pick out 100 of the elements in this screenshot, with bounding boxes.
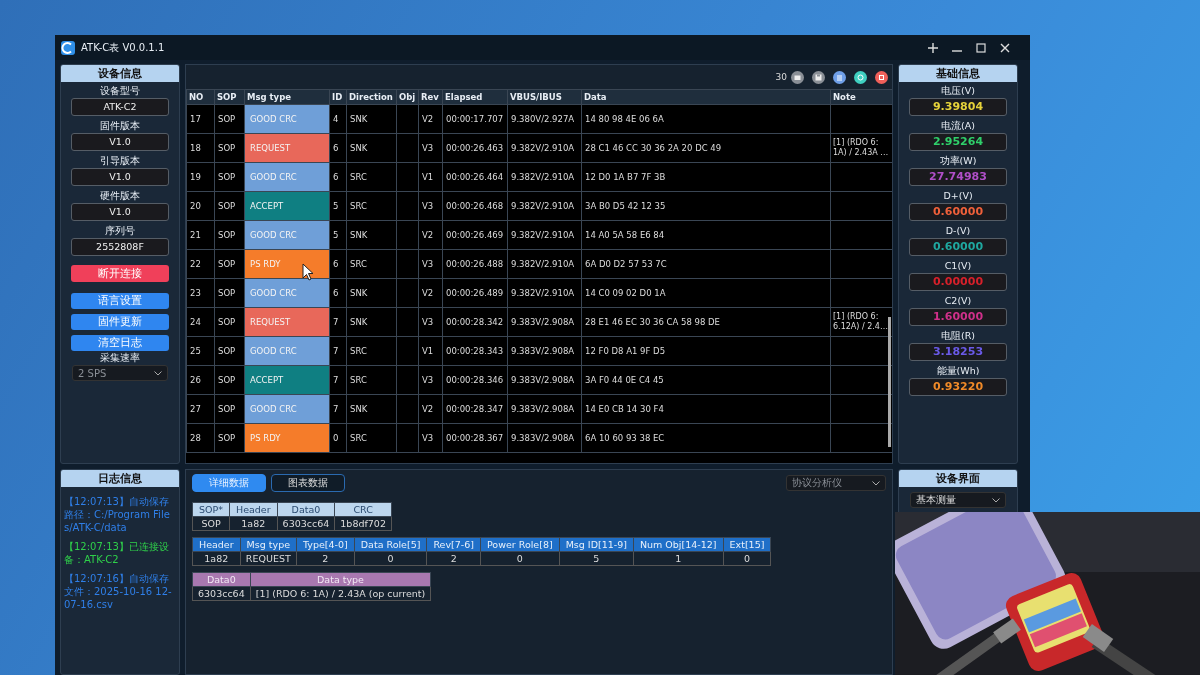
- packet-count: 30: [775, 72, 787, 82]
- message-type-cell: ACCEPT: [244, 365, 330, 395]
- field-label: 引导版本: [100, 154, 140, 168]
- view-select[interactable]: 基本测量: [910, 492, 1006, 508]
- save-icon[interactable]: [812, 70, 825, 84]
- column-header: Power Role[8]: [480, 537, 560, 552]
- column-header[interactable]: NO: [186, 89, 215, 105]
- table-cell: V2: [418, 278, 443, 308]
- pin-icon[interactable]: [928, 42, 938, 53]
- table-cell: SOP: [214, 249, 245, 279]
- table-cell: 5: [559, 551, 634, 566]
- table-cell: V3: [418, 249, 443, 279]
- table-cell: 7: [329, 336, 347, 366]
- table-cell: 1a82: [229, 516, 278, 531]
- table-cell: 0: [723, 551, 771, 566]
- table-cell: 0: [329, 423, 347, 453]
- column-header[interactable]: Rev: [418, 89, 443, 105]
- table-cell: SOP: [214, 365, 245, 395]
- table-cell: 17: [186, 104, 215, 134]
- table-cell: SOP: [214, 278, 245, 308]
- tab[interactable]: 图表数据: [271, 474, 345, 492]
- column-header: Num Obj[14-12]: [633, 537, 724, 552]
- message-type-cell: PS RDY: [244, 423, 330, 453]
- column-header[interactable]: Msg type: [244, 89, 330, 105]
- message-type-cell: GOOD CRC: [244, 220, 330, 250]
- column-header: Data0: [192, 572, 251, 587]
- value-field: V1.0: [71, 168, 169, 186]
- table-cell: 9.382V/2.910A: [507, 220, 582, 250]
- maximize-icon[interactable]: [976, 42, 986, 53]
- field-label: D+(V): [943, 189, 973, 203]
- table-cell: 9.383V/2.908A: [507, 307, 582, 337]
- table-cell: SOP: [214, 307, 245, 337]
- action-button[interactable]: 清空日志: [71, 335, 169, 351]
- table-cell: 6: [329, 249, 347, 279]
- column-header: Data Role[5]: [354, 537, 427, 552]
- mouse-cursor-icon: [302, 263, 314, 281]
- table-cell: 27: [186, 394, 215, 424]
- table-cell: 1b8df702: [334, 516, 392, 531]
- field-label: 序列号: [105, 224, 135, 238]
- column-header: Data type: [250, 572, 431, 587]
- table-cell: SRC: [346, 336, 397, 366]
- table-cell: 3A B0 D5 42 12 35: [581, 191, 831, 221]
- table-cell: SNK: [346, 133, 397, 163]
- table-cell: 5: [329, 220, 347, 250]
- table-cell: 00:00:26.463: [442, 133, 508, 163]
- column-header[interactable]: VBUS/IBUS: [507, 89, 582, 105]
- table-cell: V2: [418, 104, 443, 134]
- table-cell: 21: [186, 220, 215, 250]
- column-header[interactable]: Direction: [346, 89, 397, 105]
- table-cell: 24: [186, 307, 215, 337]
- reading-field: 3.18253: [909, 343, 1007, 361]
- table-cell: SNK: [346, 394, 397, 424]
- field-label: 电阻(R): [941, 329, 975, 343]
- table-cell: 23: [186, 278, 215, 308]
- table-cell: 26: [186, 365, 215, 395]
- table-cell: V2: [418, 220, 443, 250]
- column-header: Header: [192, 537, 241, 552]
- table-cell: 2: [296, 551, 355, 566]
- message-type-cell: GOOD CRC: [244, 104, 330, 134]
- column-header: Data0: [277, 502, 335, 517]
- action-button[interactable]: 固件更新: [71, 314, 169, 330]
- reading-field: 27.74983: [909, 168, 1007, 186]
- table-cell: SOP: [214, 133, 245, 163]
- message-type-cell: GOOD CRC: [244, 394, 330, 424]
- table-cell: 00:00:26.464: [442, 162, 508, 192]
- table-cell: 00:00:26.468: [442, 191, 508, 221]
- table-cell: SNK: [346, 278, 397, 308]
- table-cell: 7: [329, 394, 347, 424]
- reading-field: 0.00000: [909, 273, 1007, 291]
- table-cell: SNK: [346, 220, 397, 250]
- table-cell: SRC: [346, 249, 397, 279]
- column-header: Rev[7-6]: [426, 537, 481, 552]
- field-label: C2(V): [944, 294, 972, 308]
- close-icon[interactable]: [1000, 42, 1010, 53]
- column-header[interactable]: Elapsed: [442, 89, 508, 105]
- table-cell: SOP: [214, 191, 245, 221]
- table-cell: 2: [426, 551, 481, 566]
- table-cell: 14 A0 5A 58 E6 84: [581, 220, 831, 250]
- table-cell: SRC: [346, 162, 397, 192]
- refresh-icon[interactable]: [854, 70, 867, 84]
- reading-field: 1.60000: [909, 308, 1007, 326]
- table-cell: 6: [329, 133, 347, 163]
- column-header[interactable]: Obj: [396, 89, 419, 105]
- value-field: 2552808F: [71, 238, 169, 256]
- column-header[interactable]: Data: [581, 89, 831, 105]
- scrollbar[interactable]: [888, 317, 891, 447]
- column-header[interactable]: SOP: [214, 89, 245, 105]
- action-button[interactable]: 语言设置: [71, 293, 169, 309]
- field-label: 功率(W): [939, 154, 977, 168]
- action-button[interactable]: 断开连接: [71, 265, 169, 282]
- table-cell: 0: [480, 551, 560, 566]
- table-cell: SRC: [346, 191, 397, 221]
- table-cell: 9.383V/2.908A: [507, 365, 582, 395]
- table-cell: 1: [633, 551, 724, 566]
- table-cell: 9.380V/2.927A: [507, 104, 582, 134]
- column-header[interactable]: Note: [830, 89, 892, 105]
- stop-icon[interactable]: [875, 70, 888, 84]
- table-cell: SNK: [346, 307, 397, 337]
- reading-field: 2.95264: [909, 133, 1007, 151]
- table-cell: 00:00:26.469: [442, 220, 508, 250]
